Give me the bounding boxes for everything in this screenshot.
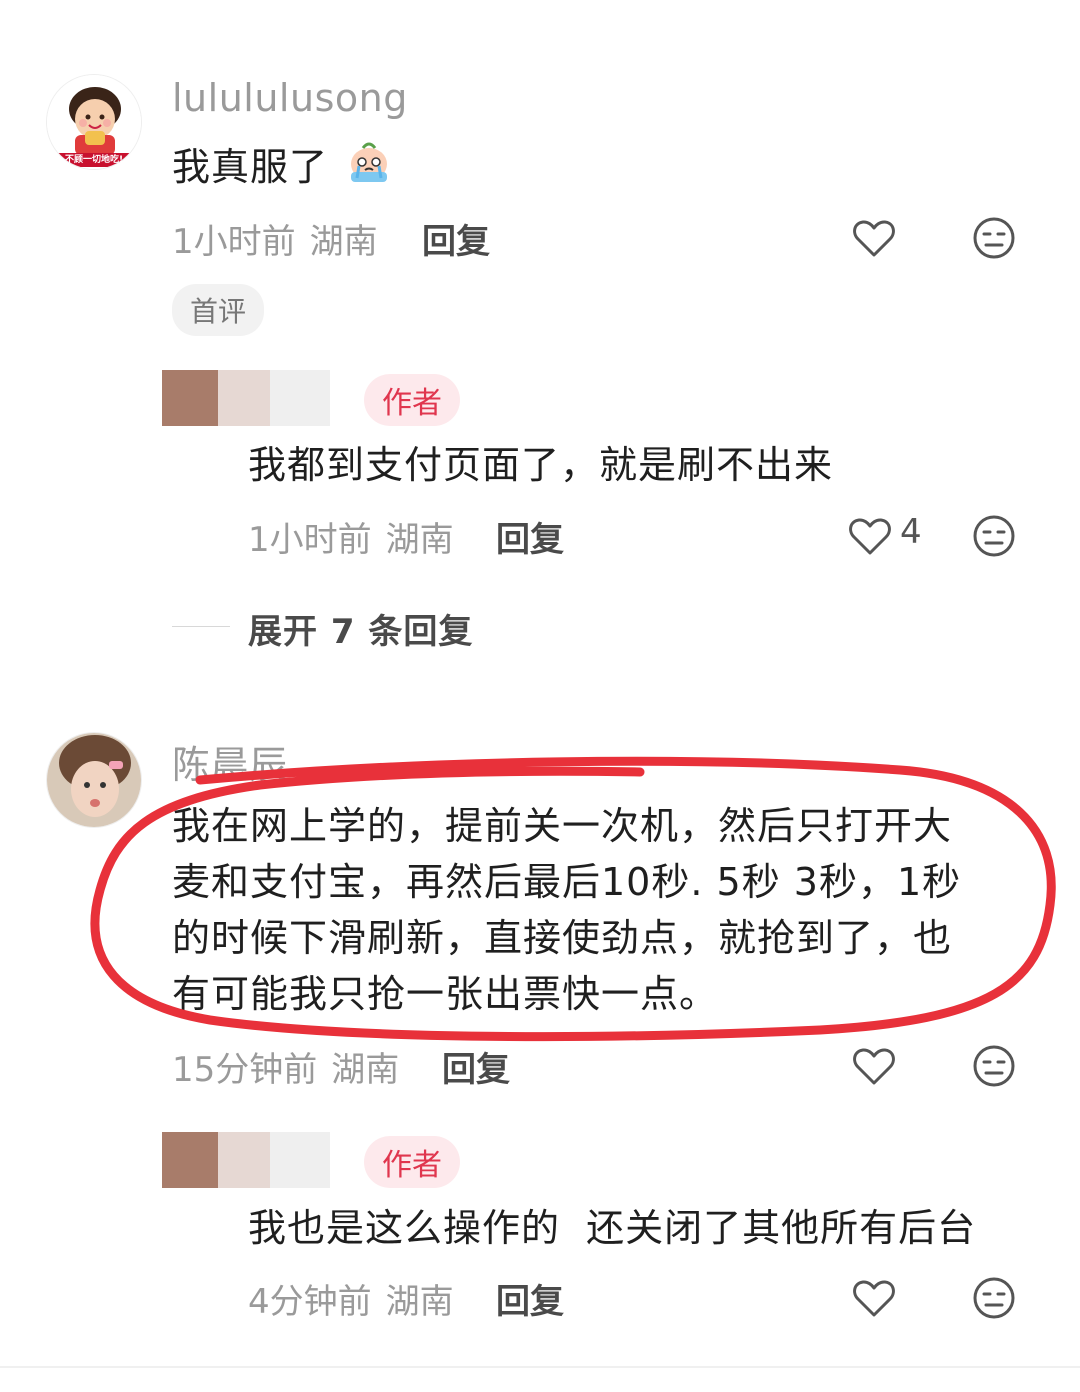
heart-icon[interactable] (846, 512, 894, 560)
redacted-author-avatar (162, 370, 330, 426)
reply-location: 湖南 (385, 520, 454, 560)
dislike-face-icon[interactable] (970, 1274, 1018, 1322)
expand-replies-button[interactable]: 展开 7 条回复 (248, 604, 473, 653)
dislike-face-icon[interactable] (970, 512, 1018, 560)
avatar-banner-text: 不顾一切地吃! (64, 155, 124, 165)
comment-line: 有可能我只抢一张出票快一点。 (172, 972, 719, 1016)
reply-button[interactable]: 回复 (496, 1274, 564, 1323)
avatar-child-photo-image (47, 733, 141, 827)
comment-meta: 1小时前 湖南 (172, 214, 378, 263)
author-badge: 作者 (364, 374, 460, 426)
comment-location: 湖南 (309, 222, 378, 262)
comment-time: 15分钟前 (172, 1050, 318, 1090)
comment-text: 我真服了 (172, 145, 329, 189)
comment-username[interactable]: lulululusong (172, 76, 408, 120)
bottom-divider (0, 1366, 1080, 1368)
comment-username[interactable]: 陈晨辰 (172, 734, 288, 789)
dislike-face-icon[interactable] (970, 214, 1018, 262)
heart-icon[interactable] (850, 214, 898, 262)
comment-meta: 15分钟前 湖南 (172, 1042, 399, 1091)
reply-button[interactable]: 回复 (442, 1042, 510, 1091)
crying-face-emoji-icon (345, 138, 393, 201)
reply-time: 1小时前 (248, 520, 372, 560)
first-comment-badge: 首评 (172, 284, 265, 336)
reply-meta: 4分钟前 湖南 (248, 1274, 454, 1323)
comment-content: 我真服了 (172, 138, 393, 201)
author-badge: 作者 (364, 1136, 460, 1188)
dislike-face-icon[interactable] (970, 1042, 1018, 1090)
reply-button[interactable]: 回复 (422, 214, 490, 263)
comment-line: 麦和支付宝，再然后最后10秒. 5秒 3秒，1秒 (172, 860, 962, 904)
reply-content: 我也是这么操作的 还关闭了其他所有后台 (248, 1206, 977, 1250)
comment-content: 我在网上学的，提前关一次机，然后只打开大 麦和支付宝，再然后最后10秒. 5秒 … (172, 798, 1032, 1022)
comment-line: 的时候下滑刷新，直接使劲点，就抢到了，也 (172, 916, 953, 960)
comment-location: 湖南 (331, 1050, 400, 1090)
reply-button[interactable]: 回复 (496, 512, 564, 561)
avatar-chenchenchen[interactable] (46, 732, 142, 828)
comment-line: 我在网上学的，提前关一次机，然后只打开大 (172, 804, 953, 848)
reply-meta: 1小时前 湖南 (248, 512, 454, 561)
heart-icon[interactable] (850, 1274, 898, 1322)
expand-divider (172, 626, 230, 627)
redacted-author-avatar (162, 1132, 330, 1188)
reply-content: 我都到支付页面了，就是刷不出来 (248, 443, 834, 487)
reply-location: 湖南 (385, 1282, 454, 1322)
heart-icon[interactable] (850, 1042, 898, 1090)
comment-time: 1小时前 (172, 222, 296, 262)
reply-time: 4分钟前 (248, 1282, 372, 1322)
like-count: 4 (900, 512, 922, 552)
